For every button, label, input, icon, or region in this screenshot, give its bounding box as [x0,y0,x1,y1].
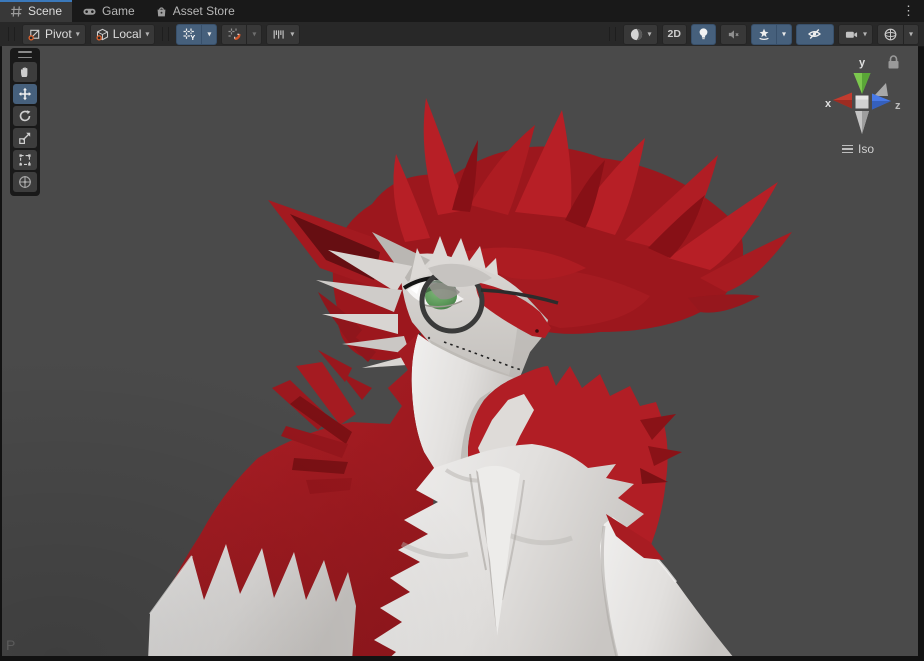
hidden-objects-toggle[interactable] [796,24,834,45]
pivot-mode-dropdown[interactable]: Pivot ▾ [22,24,86,45]
handle-orientation-dropdown[interactable]: Local ▾ [90,24,156,45]
palette-drag-handle[interactable] [18,51,32,58]
gizmo-back-cone[interactable] [874,83,888,96]
audio-toggle[interactable] [720,24,747,45]
light-bulb-icon [697,27,710,41]
axis-y-label: y [859,57,866,69]
speaker-muted-icon [726,28,741,41]
tool-palette [10,48,40,196]
scene-view-toolbar: Pivot ▾ Local ▾ Y ▾ [0,22,924,47]
orientation-label: Local [113,27,142,41]
chevron-down-icon: ▾ [252,31,256,39]
hand-tool-icon [18,65,32,79]
scene-lighting-toggle[interactable] [691,24,716,45]
gizmos-dropdown[interactable]: ▾ [904,24,919,45]
snap-settings-dropdown[interactable]: ▾ [266,24,300,45]
chevron-down-icon: ▾ [207,31,211,39]
effects-sparkle-icon [757,27,771,41]
tab-asset-store[interactable]: Asset Store [145,0,245,22]
tool-transform[interactable] [13,172,37,192]
gizmos-group: ▾ [877,24,919,45]
snap-increment-ruler-icon [272,28,286,41]
orientation-gizmo: y x z Iso [822,50,906,160]
character-3d-render [2,46,918,656]
editor-tab-bar: Scene Game Asset Store ⋮ [0,0,924,22]
gizmos-toggle[interactable] [877,24,904,45]
cube-local-icon [96,28,109,41]
grid-visibility-dropdown[interactable]: ▾ [202,24,217,45]
tool-hand[interactable] [13,62,37,82]
axis-z-label: z [895,100,901,112]
tab-label: Asset Store [173,4,235,18]
tab-game[interactable]: Game [72,0,145,22]
chevron-down-icon: ▾ [290,31,294,39]
pivot-label: Pivot [45,27,72,41]
shaded-sphere-icon [629,27,644,42]
gizmos-sphere-icon [883,27,898,42]
chevron-down-icon: ▾ [782,31,786,39]
pivot-icon [28,28,41,41]
chevron-down-icon: ▾ [863,31,867,39]
grid-axis-icon: Y [182,27,196,41]
tool-rotate[interactable] [13,106,37,126]
toolbar-grip [8,27,15,41]
increment-snap-dropdown[interactable]: ▾ [247,24,262,45]
toolbar-grip [609,27,616,41]
chevron-down-icon: ▾ [145,31,149,39]
2d-label: 2D [668,28,681,40]
chevron-down-icon: ▾ [76,31,80,39]
effects-toggle[interactable] [751,24,777,45]
kebab-icon: ⋮ [902,3,915,19]
rotate-tool-icon [18,109,32,123]
svg-text:Y: Y [191,33,196,41]
increment-snap-group: ▾ [221,24,262,45]
tool-scale[interactable] [13,128,37,148]
shopping-bag-icon [155,5,168,18]
camera-settings-dropdown[interactable]: ▾ [838,24,873,45]
tool-move[interactable] [13,84,37,104]
lock-icon[interactable] [889,56,899,69]
tab-label: Game [102,4,135,18]
move-tool-icon [18,87,32,101]
scale-tool-icon [18,131,32,145]
iso-menu-icon [842,145,853,153]
viewport-vignette [2,46,918,656]
camera-icon [844,28,859,41]
eye-slash-icon [807,27,822,41]
scene-grid-icon [10,5,23,18]
effects-group: ▾ [751,24,792,45]
tab-label: Scene [28,4,62,18]
tab-scene[interactable]: Scene [0,0,72,22]
projection-toggle[interactable]: Iso [842,142,874,156]
increment-snap-toggle[interactable] [221,24,247,45]
tab-overflow-menu[interactable]: ⋮ [893,0,924,22]
unity-editor-window: { "tabs": { "items": [ {"label": "Scene"… [0,0,924,661]
tool-rect[interactable] [13,150,37,170]
projection-label: Iso [858,142,874,156]
grid-snap-group: Y ▾ [176,24,217,45]
snap-magnet-icon [227,27,241,41]
effects-dropdown[interactable]: ▾ [777,24,792,45]
axis-x-label: x [825,98,832,110]
gamepad-icon [82,5,97,18]
draw-mode-dropdown[interactable]: ▾ [623,24,658,45]
chevron-down-icon: ▾ [909,31,913,39]
viewport-watermark: P [6,637,15,653]
grid-visibility-toggle[interactable]: Y [176,24,202,45]
scene-viewport[interactable]: y x z Iso P [2,46,918,656]
2d-mode-toggle[interactable]: 2D [662,24,687,45]
toolbar-grip [162,27,169,41]
rect-tool-icon [18,153,32,167]
transform-tool-icon [18,175,32,189]
chevron-down-icon: ▾ [648,31,652,39]
